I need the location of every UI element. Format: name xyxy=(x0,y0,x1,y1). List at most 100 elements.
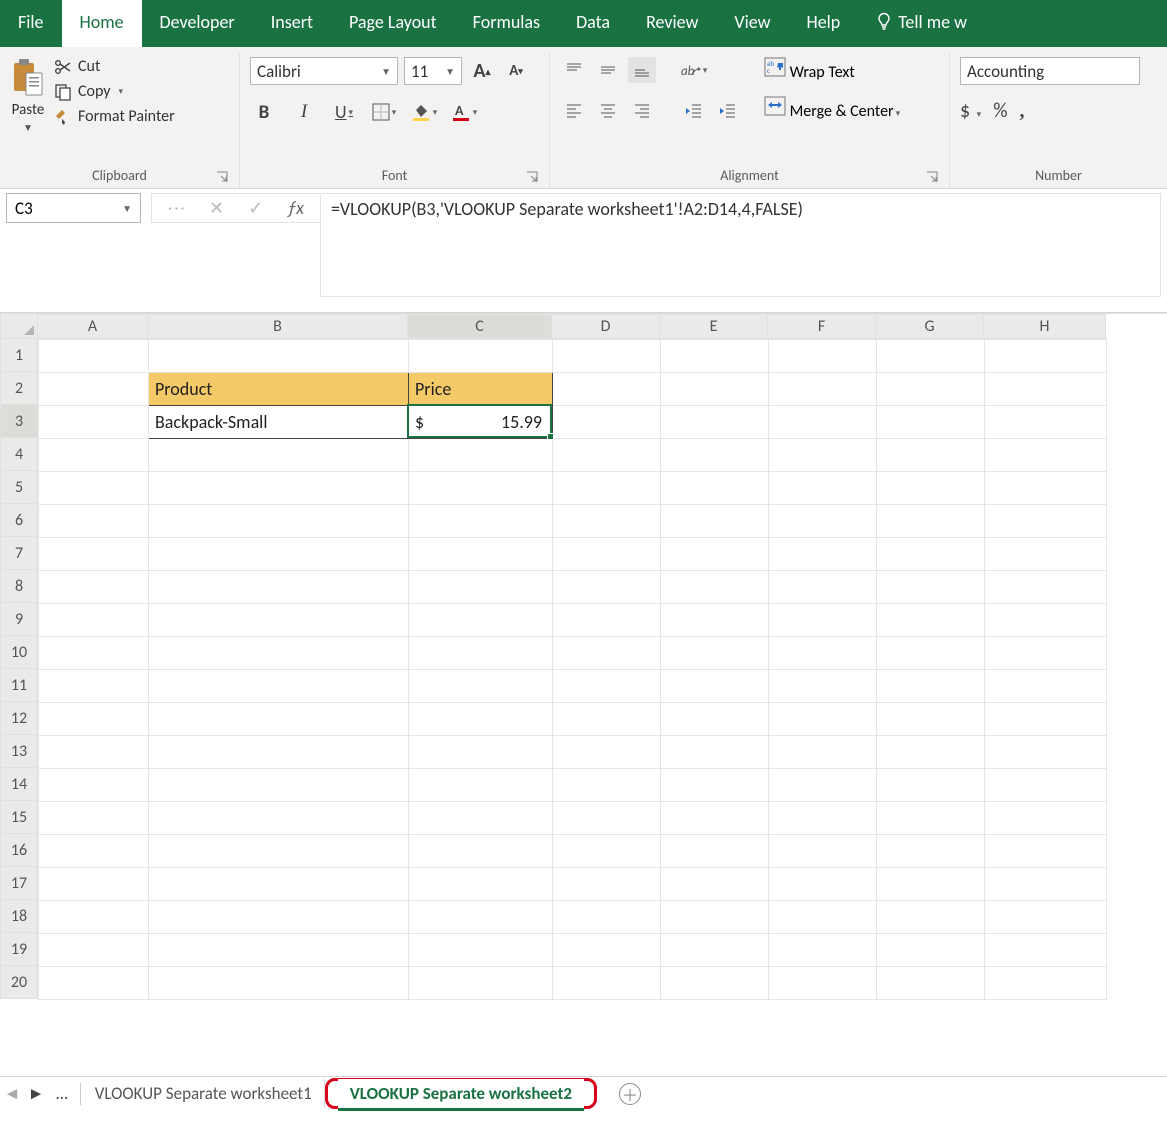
cell-E5[interactable] xyxy=(661,472,769,505)
copy-button[interactable]: Copy▾ xyxy=(54,82,175,101)
cell-C9[interactable] xyxy=(409,604,553,637)
cell-G2[interactable] xyxy=(877,373,985,406)
format-painter-button[interactable]: Format Painter xyxy=(54,107,175,126)
cell-F11[interactable] xyxy=(769,670,877,703)
cell-B11[interactable] xyxy=(149,670,409,703)
cell-G13[interactable] xyxy=(877,736,985,769)
cell-A13[interactable] xyxy=(39,736,149,769)
decrease-font-button[interactable]: A▾ xyxy=(502,58,530,84)
cell-H5[interactable] xyxy=(985,472,1107,505)
cell-C13[interactable] xyxy=(409,736,553,769)
cell-F13[interactable] xyxy=(769,736,877,769)
cell-F3[interactable] xyxy=(769,406,877,439)
cell-C6[interactable] xyxy=(409,505,553,538)
cell-B9[interactable] xyxy=(149,604,409,637)
cell-H6[interactable] xyxy=(985,505,1107,538)
cell-E3[interactable] xyxy=(661,406,769,439)
cell-E4[interactable] xyxy=(661,439,769,472)
column-header-C[interactable]: C xyxy=(408,314,552,339)
cell-C19[interactable] xyxy=(409,934,553,967)
cell-E16[interactable] xyxy=(661,835,769,868)
cell-C7[interactable] xyxy=(409,538,553,571)
tell-me-search[interactable]: Tell me w xyxy=(858,0,985,47)
column-header-E[interactable]: E xyxy=(660,314,768,339)
row-header-4[interactable]: 4 xyxy=(0,438,38,471)
cell-H2[interactable] xyxy=(985,373,1107,406)
cell-F18[interactable] xyxy=(769,901,877,934)
column-header-D[interactable]: D xyxy=(552,314,660,339)
row-header-16[interactable]: 16 xyxy=(0,834,38,867)
cell-F4[interactable] xyxy=(769,439,877,472)
cell-G9[interactable] xyxy=(877,604,985,637)
column-header-A[interactable]: A xyxy=(38,314,148,339)
cell-B18[interactable] xyxy=(149,901,409,934)
sheet-nav-more[interactable]: … xyxy=(48,1083,78,1104)
paste-button[interactable]: Paste ▼ xyxy=(10,57,46,134)
cell-D1[interactable] xyxy=(553,340,661,373)
sheet-tab-2[interactable]: VLOOKUP Separate worksheet2 xyxy=(338,1079,584,1111)
cell-G17[interactable] xyxy=(877,868,985,901)
row-header-8[interactable]: 8 xyxy=(0,570,38,603)
cell-F9[interactable] xyxy=(769,604,877,637)
decrease-indent-button[interactable] xyxy=(680,97,708,123)
cell-E20[interactable] xyxy=(661,967,769,1000)
cells-area[interactable]: ProductPriceBackpack-Small$15.99 xyxy=(38,339,1107,1000)
cell-H15[interactable] xyxy=(985,802,1107,835)
cell-C2[interactable]: Price xyxy=(409,373,553,406)
tab-home[interactable]: Home xyxy=(62,0,142,47)
cell-B5[interactable] xyxy=(149,472,409,505)
cell-H10[interactable] xyxy=(985,637,1107,670)
row-header-5[interactable]: 5 xyxy=(0,471,38,504)
row-header-13[interactable]: 13 xyxy=(0,735,38,768)
cell-C12[interactable] xyxy=(409,703,553,736)
fill-color-button[interactable]: ▾ xyxy=(410,99,438,125)
cell-H19[interactable] xyxy=(985,934,1107,967)
cell-A14[interactable] xyxy=(39,769,149,802)
tab-review[interactable]: Review xyxy=(628,0,716,47)
cell-G3[interactable] xyxy=(877,406,985,439)
cell-B19[interactable] xyxy=(149,934,409,967)
cell-D15[interactable] xyxy=(553,802,661,835)
cell-H20[interactable] xyxy=(985,967,1107,1000)
cell-E17[interactable] xyxy=(661,868,769,901)
column-header-H[interactable]: H xyxy=(984,314,1106,339)
cell-A12[interactable] xyxy=(39,703,149,736)
drag-handle-icon[interactable]: ⋮ xyxy=(166,200,188,217)
cell-D5[interactable] xyxy=(553,472,661,505)
cell-B16[interactable] xyxy=(149,835,409,868)
cell-A17[interactable] xyxy=(39,868,149,901)
cell-G8[interactable] xyxy=(877,571,985,604)
cell-B6[interactable] xyxy=(149,505,409,538)
cell-H8[interactable] xyxy=(985,571,1107,604)
cell-D10[interactable] xyxy=(553,637,661,670)
cell-E18[interactable] xyxy=(661,901,769,934)
cell-F10[interactable] xyxy=(769,637,877,670)
column-header-B[interactable]: B xyxy=(148,314,408,339)
cell-G16[interactable] xyxy=(877,835,985,868)
cell-E10[interactable] xyxy=(661,637,769,670)
cell-F7[interactable] xyxy=(769,538,877,571)
cell-G10[interactable] xyxy=(877,637,985,670)
cell-D7[interactable] xyxy=(553,538,661,571)
percent-button[interactable]: % xyxy=(993,99,1007,123)
cell-E13[interactable] xyxy=(661,736,769,769)
cell-C8[interactable] xyxy=(409,571,553,604)
wrap-text-button[interactable]: abc Wrap Text xyxy=(764,57,900,82)
tab-developer[interactable]: Developer xyxy=(142,0,253,47)
cell-B15[interactable] xyxy=(149,802,409,835)
cell-F14[interactable] xyxy=(769,769,877,802)
cell-G5[interactable] xyxy=(877,472,985,505)
sheet-nav-prev[interactable]: ◄ xyxy=(0,1083,24,1104)
tab-page-layout[interactable]: Page Layout xyxy=(331,0,455,47)
cell-A7[interactable] xyxy=(39,538,149,571)
row-header-11[interactable]: 11 xyxy=(0,669,38,702)
align-top-button[interactable] xyxy=(560,57,588,83)
cell-E7[interactable] xyxy=(661,538,769,571)
cell-D17[interactable] xyxy=(553,868,661,901)
cell-C17[interactable] xyxy=(409,868,553,901)
dialog-launcher-icon[interactable] xyxy=(925,170,939,184)
cell-G6[interactable] xyxy=(877,505,985,538)
cell-D9[interactable] xyxy=(553,604,661,637)
cell-F6[interactable] xyxy=(769,505,877,538)
cell-E14[interactable] xyxy=(661,769,769,802)
